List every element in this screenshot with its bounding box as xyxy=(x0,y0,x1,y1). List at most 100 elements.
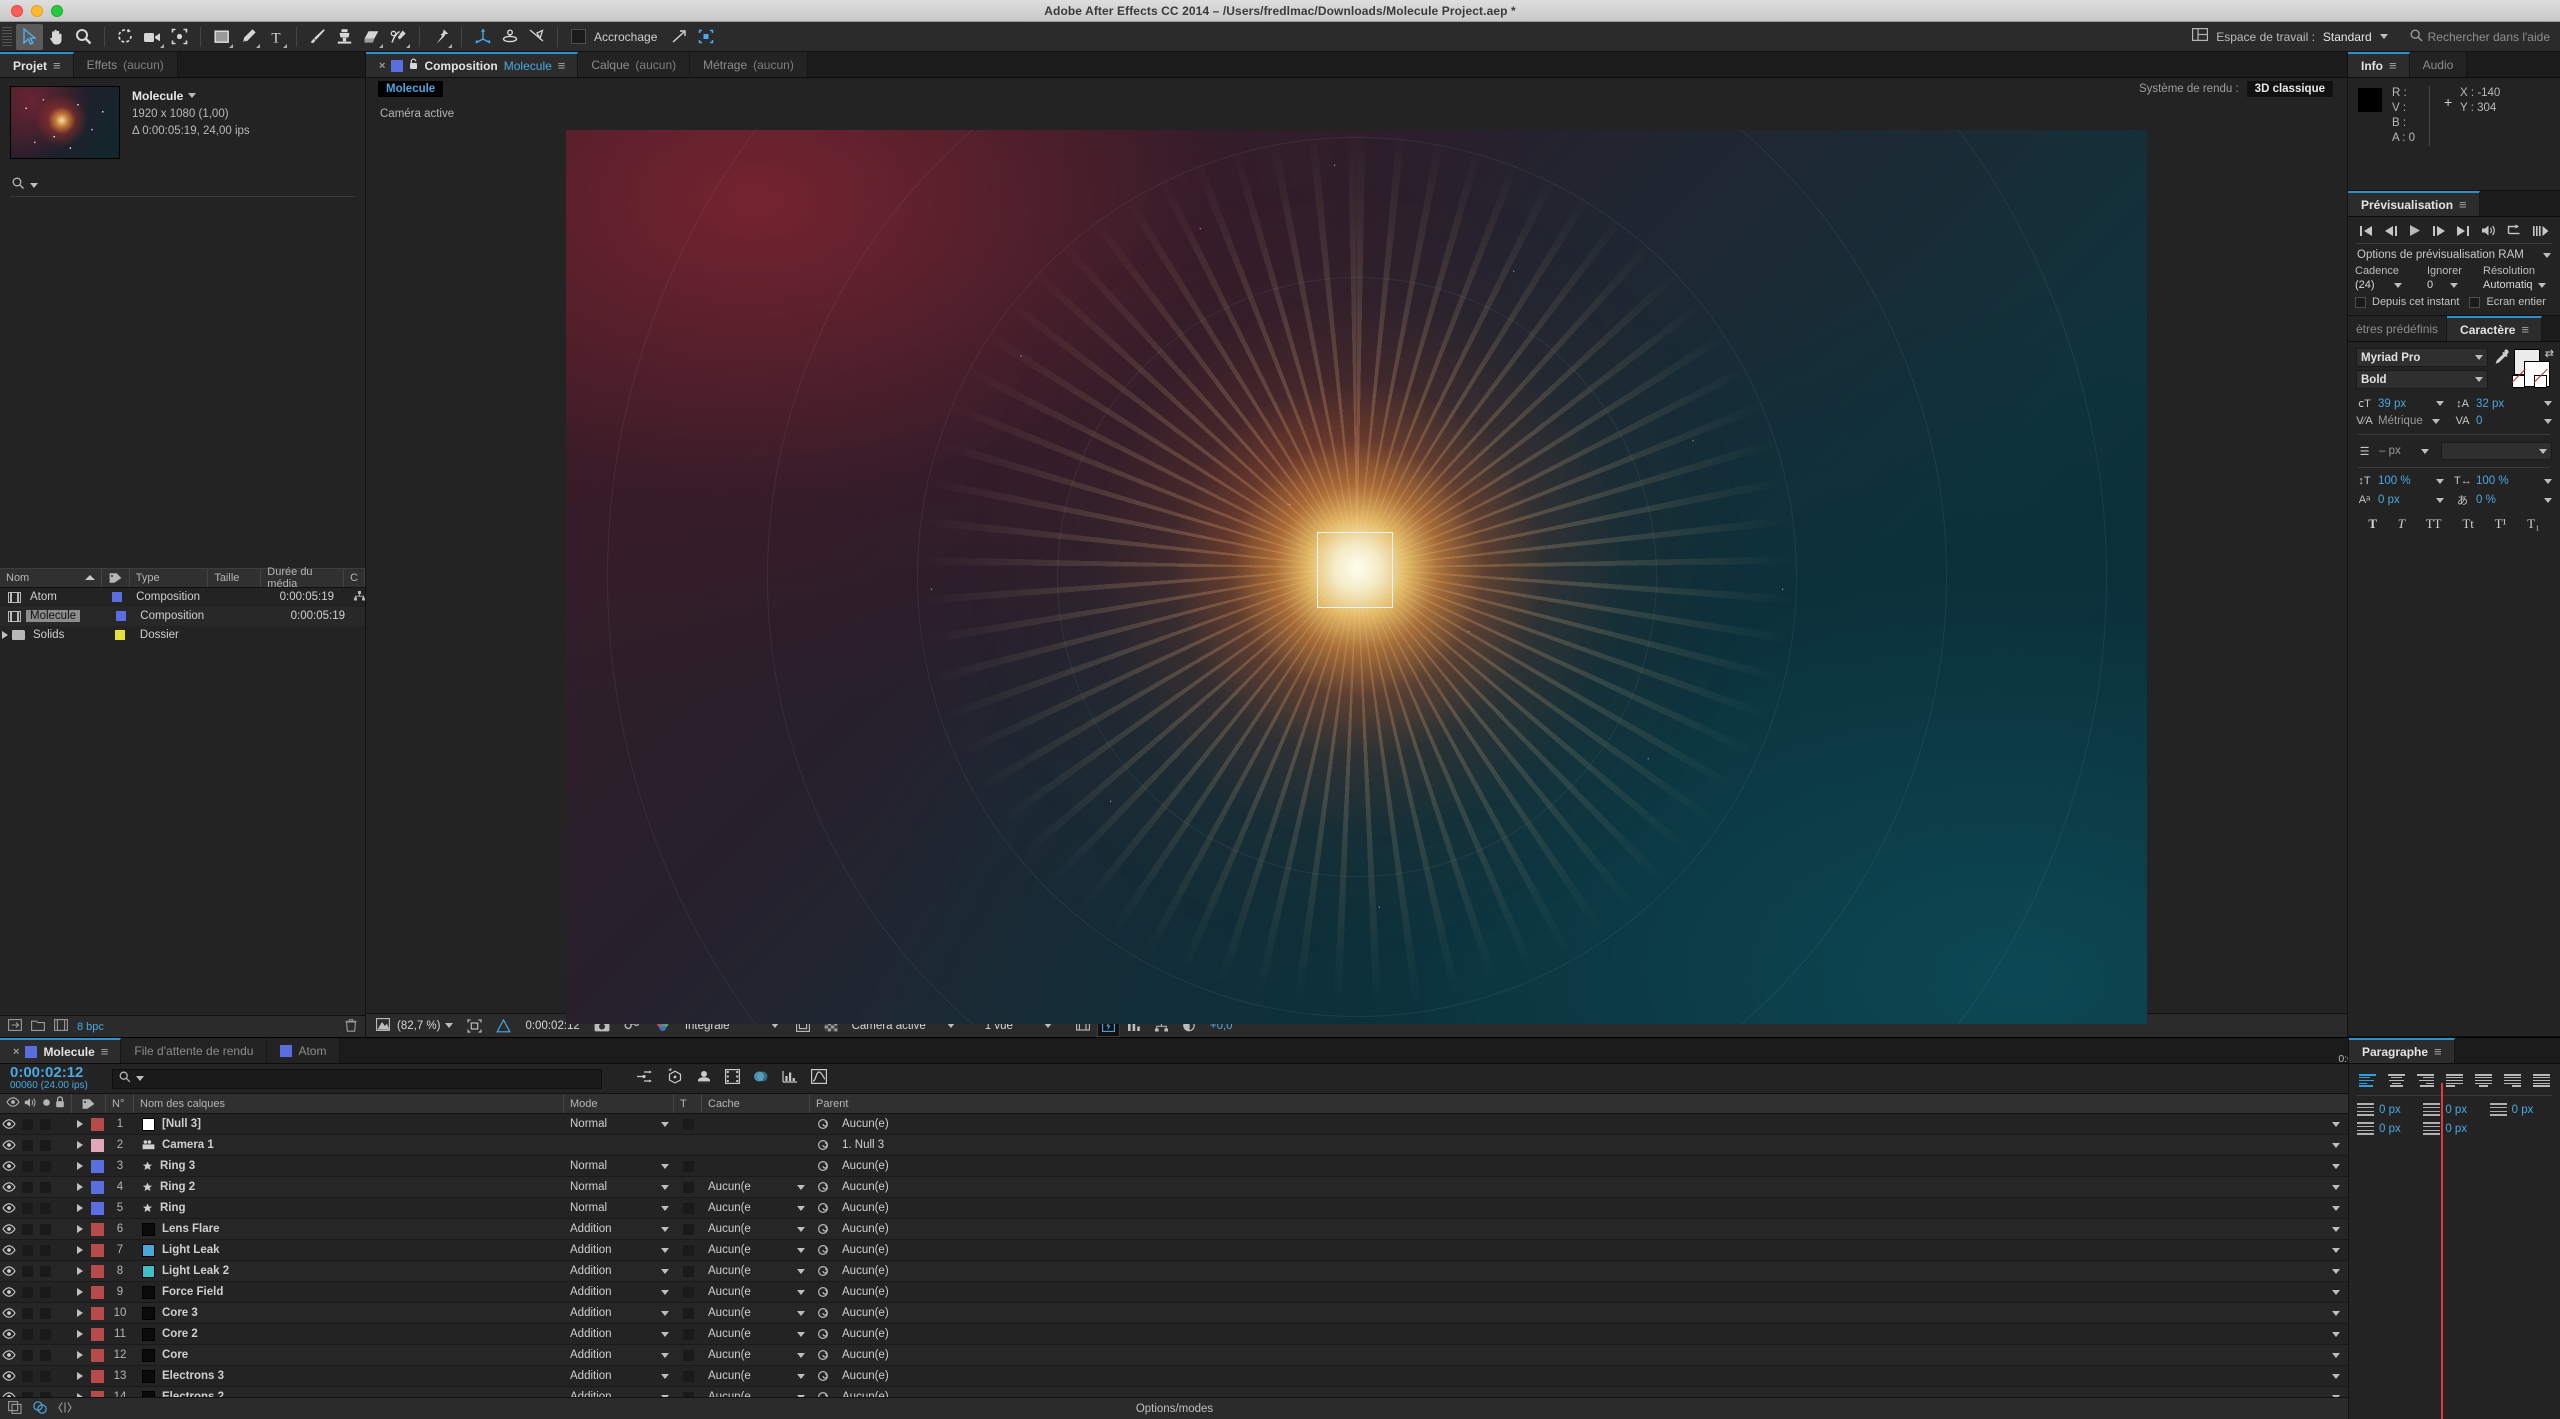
font-style-select[interactable]: Bold xyxy=(2356,370,2488,389)
layer-color-label[interactable] xyxy=(88,1117,106,1131)
tab-timeline-atom[interactable]: Atom xyxy=(267,1038,341,1063)
window-controls[interactable] xyxy=(0,4,63,17)
justify-last-left-button[interactable] xyxy=(2446,1074,2463,1087)
unified-camera-axis-icon[interactable] xyxy=(469,24,496,50)
layer-track-matte[interactable]: Aucun(e xyxy=(702,1328,810,1340)
puppet-pin-tool[interactable] xyxy=(427,24,454,50)
workspace-value[interactable]: Standard xyxy=(2323,30,2372,44)
list-item[interactable]: Solids Dossier xyxy=(0,626,365,645)
layer-name[interactable]: [Null 3] xyxy=(134,1117,564,1131)
vertical-scale-control[interactable]: ↕T 100 % xyxy=(2356,475,2454,487)
column-header-tag[interactable] xyxy=(102,568,130,587)
render-system-value[interactable]: 3D classique xyxy=(2246,81,2333,97)
parent-pickwhip-icon[interactable] xyxy=(810,1328,836,1340)
layer-visibility-toggle[interactable] xyxy=(0,1308,18,1318)
parent-pickwhip-icon[interactable] xyxy=(810,1181,836,1193)
layer-disclosure-triangle[interactable] xyxy=(72,1162,88,1170)
layer-parent[interactable]: Aucun(e) xyxy=(836,1328,2349,1340)
ram-preview-button[interactable] xyxy=(2532,225,2549,237)
layer-disclosure-triangle[interactable] xyxy=(72,1330,88,1338)
space-before-control[interactable]: 0 px xyxy=(2423,1103,2485,1116)
layer-solo-toggle[interactable] xyxy=(36,1181,54,1193)
layer-solo-toggle[interactable] xyxy=(36,1118,54,1130)
parent-pickwhip-icon[interactable] xyxy=(810,1286,836,1298)
item-color-tag[interactable] xyxy=(107,611,134,621)
snap-arrow-icon[interactable] xyxy=(665,24,692,50)
align-center-button[interactable] xyxy=(2388,1074,2405,1087)
hand-tool[interactable] xyxy=(43,24,70,50)
pen-tool[interactable] xyxy=(235,24,262,50)
composition-viewer[interactable] xyxy=(566,130,2147,1024)
previous-frame-button[interactable] xyxy=(2384,225,2398,237)
layer-solo-toggle[interactable] xyxy=(36,1328,54,1340)
layer-preserve-transparency[interactable] xyxy=(674,1370,702,1382)
layer-visibility-toggle[interactable] xyxy=(0,1203,18,1213)
subscript-button[interactable]: T₁ xyxy=(2527,516,2539,532)
layer-preserve-transparency[interactable] xyxy=(674,1307,702,1319)
timeline-layer-row[interactable]: 7 Light Leak Addition Aucun(e Aucun(e) xyxy=(0,1240,2349,1261)
skip-select[interactable]: 0 xyxy=(2427,279,2479,291)
roto-brush-tool[interactable] xyxy=(385,24,412,50)
rotation-tool[interactable] xyxy=(112,24,139,50)
layer-visibility-toggle[interactable] xyxy=(0,1161,18,1171)
new-folder-icon[interactable] xyxy=(31,1019,45,1034)
list-item[interactable]: Atom Composition 0:00:05:19 xyxy=(0,588,365,607)
layer-preserve-transparency[interactable] xyxy=(674,1328,702,1340)
layer-preserve-transparency[interactable] xyxy=(674,1181,702,1193)
project-color-depth[interactable]: 8 bpc xyxy=(77,1021,104,1033)
layer-blend-mode[interactable]: Addition xyxy=(564,1223,674,1235)
all-caps-button[interactable]: TT xyxy=(2426,516,2442,532)
layer-audio-toggle[interactable] xyxy=(18,1370,36,1382)
ram-preview-options-row[interactable]: Options de prévisualisation RAM xyxy=(2348,244,2560,263)
align-right-button[interactable] xyxy=(2417,1074,2434,1087)
layer-selection-box[interactable] xyxy=(1316,532,1393,609)
timeline-layer-row[interactable]: 14 Electrons 2 Addition Aucun(e Aucun(e) xyxy=(0,1387,2349,1397)
grid-guides-icon[interactable] xyxy=(489,1014,518,1037)
track-xy-camera-icon[interactable] xyxy=(523,24,550,50)
fullscreen-checkbox[interactable] xyxy=(2469,296,2481,308)
column-header-nom[interactable]: Nom xyxy=(0,568,103,587)
item-color-tag[interactable] xyxy=(104,592,130,602)
layer-solo-toggle[interactable] xyxy=(36,1349,54,1361)
layer-visibility-toggle[interactable] xyxy=(0,1266,18,1276)
layer-color-label[interactable] xyxy=(88,1285,106,1299)
swap-colors-icon[interactable]: ⇄ xyxy=(2545,347,2554,360)
breadcrumb[interactable]: Molecule xyxy=(378,81,444,97)
timeline-search-input[interactable] xyxy=(112,1068,602,1089)
list-item[interactable]: Molecule Composition 0:00:05:19 xyxy=(0,606,365,626)
layer-blend-mode[interactable]: Addition xyxy=(564,1265,674,1277)
tab-info[interactable]: Info ≡ xyxy=(2348,52,2410,77)
layer-preserve-transparency[interactable] xyxy=(674,1118,702,1130)
layer-audio-toggle[interactable] xyxy=(18,1160,36,1172)
snapping-checkbox[interactable] xyxy=(571,29,586,44)
layer-blend-mode[interactable]: Addition xyxy=(564,1370,674,1382)
layer-parent[interactable]: Aucun(e) xyxy=(836,1307,2349,1319)
timeline-layer-row[interactable]: 2 Camera 1 1. Null 3 xyxy=(0,1135,2349,1156)
layer-audio-toggle[interactable] xyxy=(18,1265,36,1277)
loop-preview-button[interactable] xyxy=(2507,224,2522,237)
close-icon[interactable]: × xyxy=(13,1046,19,1058)
enable-motion-blur-icon[interactable] xyxy=(753,1069,769,1089)
layer-color-label[interactable] xyxy=(88,1348,106,1362)
layer-blend-mode[interactable]: Normal xyxy=(564,1118,674,1130)
layer-visibility-toggle[interactable] xyxy=(0,1350,18,1360)
layer-parent[interactable]: Aucun(e) xyxy=(836,1370,2349,1382)
layer-name[interactable]: Force Field xyxy=(134,1285,564,1299)
graph-editor-icon[interactable] xyxy=(782,1069,798,1089)
layer-blend-mode[interactable]: Normal xyxy=(564,1160,674,1172)
justify-last-center-button[interactable] xyxy=(2475,1074,2492,1087)
layer-disclosure-triangle[interactable] xyxy=(72,1183,88,1191)
font-family-select[interactable]: Myriad Pro xyxy=(2356,348,2488,367)
layer-audio-toggle[interactable] xyxy=(18,1118,36,1130)
superscript-button[interactable]: T¹ xyxy=(2495,516,2507,532)
parent-pickwhip-icon[interactable] xyxy=(810,1202,836,1214)
tab-paragraphe[interactable]: Paragraphe ≡ xyxy=(2349,1038,2455,1063)
parent-pickwhip-icon[interactable] xyxy=(810,1139,836,1151)
go-to-start-button[interactable] xyxy=(2359,225,2373,237)
delete-icon[interactable] xyxy=(345,1018,357,1035)
layer-blend-mode[interactable]: Normal xyxy=(564,1181,674,1193)
next-frame-button[interactable] xyxy=(2432,225,2446,237)
search-chevron-down-icon[interactable] xyxy=(136,1076,144,1081)
layer-track-matte[interactable]: Aucun(e xyxy=(702,1265,810,1277)
layer-disclosure-triangle[interactable] xyxy=(72,1120,88,1128)
